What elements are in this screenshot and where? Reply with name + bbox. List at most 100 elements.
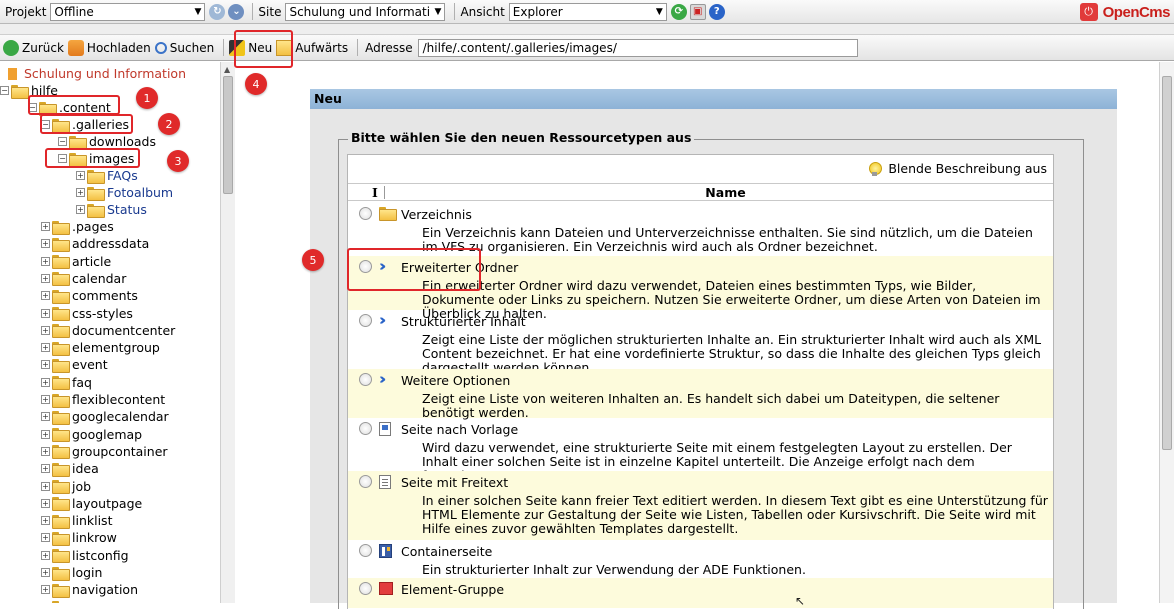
tree-item[interactable]: +FAQs <box>76 167 138 184</box>
tree-expander-icon[interactable]: + <box>41 464 50 473</box>
tree-item[interactable]: +news <box>41 599 104 603</box>
tree-expander-icon[interactable]: + <box>41 568 50 577</box>
tree-item[interactable]: +linklist <box>41 512 112 529</box>
tree-expander-icon[interactable]: + <box>41 222 50 231</box>
tree-expander-icon[interactable]: + <box>41 343 50 352</box>
tree-expander-icon[interactable]: + <box>41 257 50 266</box>
tree-item[interactable]: +Fotoalbum <box>76 184 173 201</box>
tree-item[interactable]: −images <box>58 150 134 167</box>
resource-type-radio[interactable] <box>359 475 372 488</box>
tree-expander-icon[interactable]: + <box>41 326 50 335</box>
tree-item[interactable]: −hilfe <box>0 82 58 99</box>
calendar-icon[interactable]: ▣ <box>690 4 706 20</box>
tree-item[interactable]: −downloads <box>58 133 156 150</box>
tree-item[interactable]: +css-styles <box>41 305 133 322</box>
project-select[interactable]: Offline ▼ <box>50 3 205 21</box>
resource-type-radio[interactable] <box>359 544 372 557</box>
address-input[interactable]: /hilfe/.content/.galleries/images/ <box>418 39 858 57</box>
tree-item[interactable]: +listconfig <box>41 547 129 564</box>
resource-type-row[interactable]: ››Weitere OptionenZeigt eine Liste von w… <box>348 369 1053 418</box>
tree-expander-icon[interactable]: + <box>41 360 50 369</box>
resource-type-name[interactable]: Weitere Optionen <box>401 373 510 388</box>
tree-expander-icon[interactable]: − <box>28 103 37 112</box>
resource-type-name[interactable]: Erweiterter Ordner <box>401 260 518 275</box>
resource-type-radio[interactable] <box>359 207 372 220</box>
tree-expander-icon[interactable]: + <box>41 482 50 491</box>
tree-expander-icon[interactable]: − <box>58 154 67 163</box>
toggle-description-button[interactable]: Blende Beschreibung aus <box>869 161 1047 176</box>
tree-expander-icon[interactable]: + <box>41 395 50 404</box>
up-button[interactable]: Aufwärts <box>276 40 348 56</box>
resource-type-row[interactable]: Element-Gruppe <box>348 578 1053 608</box>
resource-type-name[interactable]: Containerseite <box>401 544 492 559</box>
resource-type-name[interactable]: Seite nach Vorlage <box>401 422 518 437</box>
tree-expander-icon[interactable]: + <box>41 291 50 300</box>
tree-item[interactable]: +article <box>41 253 111 270</box>
tree-item[interactable]: +navigation <box>41 581 138 598</box>
tree-item[interactable]: +googlemap <box>41 426 142 443</box>
tree-item[interactable]: −.galleries <box>41 116 129 133</box>
tree-expander-icon[interactable]: + <box>76 171 85 180</box>
upload-button[interactable]: Hochladen <box>68 40 151 56</box>
resource-type-row[interactable]: Seite mit FreitextIn einer solchen Seite… <box>348 471 1053 540</box>
tree-item[interactable]: +.pages <box>41 218 114 235</box>
resource-type-radio[interactable] <box>359 260 372 273</box>
refresh-icon[interactable]: ⟳ <box>671 4 687 20</box>
publish-icon[interactable]: ⌄ <box>228 4 244 20</box>
col-name-header[interactable]: Name <box>398 185 1053 200</box>
view-select[interactable]: Explorer ▼ <box>509 3 667 21</box>
tree-item[interactable]: +faq <box>41 374 92 391</box>
tree-item[interactable]: +documentcenter <box>41 322 175 339</box>
tree-expander-icon[interactable]: + <box>41 378 50 387</box>
tree-expander-icon[interactable]: + <box>41 585 50 594</box>
reload-icon[interactable]: ↻ <box>209 4 225 20</box>
tree-expander-icon[interactable]: + <box>76 205 85 214</box>
new-button[interactable]: Neu <box>229 40 272 56</box>
resource-type-row[interactable]: ››Strukturierter InhaltZeigt eine Liste … <box>348 310 1053 369</box>
scroll-up-icon[interactable]: ▲ <box>224 65 230 74</box>
resource-type-radio[interactable] <box>359 314 372 327</box>
tree-expander-icon[interactable]: + <box>41 551 50 560</box>
resource-type-name[interactable]: Verzeichnis <box>401 207 472 222</box>
tree-scrollbar-thumb[interactable] <box>223 76 233 194</box>
tree-item[interactable]: +linkrow <box>41 529 117 546</box>
tree-item[interactable]: +Status <box>76 201 147 218</box>
tree-item[interactable]: +layoutpage <box>41 495 142 512</box>
resource-type-name[interactable]: Strukturierter Inhalt <box>401 314 526 329</box>
tree-item[interactable]: +idea <box>41 460 99 477</box>
tree-item[interactable]: +comments <box>41 287 138 304</box>
tree-expander-icon[interactable]: + <box>76 188 85 197</box>
resource-type-radio[interactable] <box>359 422 372 435</box>
tree-expander-icon[interactable]: + <box>41 499 50 508</box>
site-select[interactable]: Schulung und Informati ▼ <box>285 3 445 21</box>
tree-item[interactable]: +event <box>41 356 108 373</box>
tree-site-root[interactable]: Schulung und Information <box>8 65 186 82</box>
tree-scrollbar[interactable]: ▲ <box>220 62 235 603</box>
tree-expander-icon[interactable]: + <box>41 447 50 456</box>
help-icon[interactable]: ? <box>709 4 725 20</box>
tree-item[interactable]: +googlecalendar <box>41 408 169 425</box>
resource-type-row[interactable]: VerzeichnisEin Verzeichnis kann Dateien … <box>348 203 1053 256</box>
main-scrollbar-thumb[interactable] <box>1162 76 1172 450</box>
resource-type-row[interactable]: ››Erweiterter OrdnerEin erweiterter Ordn… <box>348 256 1053 310</box>
resource-type-row[interactable]: ContainerseiteEin strukturierter Inhalt … <box>348 540 1053 578</box>
tree-expander-icon[interactable]: − <box>58 137 67 146</box>
resource-type-radio[interactable] <box>359 373 372 386</box>
resource-type-row[interactable]: Seite nach VorlageWird dazu verwendet, e… <box>348 418 1053 471</box>
resource-type-name[interactable]: Element-Gruppe <box>401 582 504 597</box>
tree-item[interactable]: +login <box>41 564 102 581</box>
tree-item[interactable]: +elementgroup <box>41 339 160 356</box>
back-button[interactable]: Zurück <box>3 40 64 56</box>
power-icon[interactable]: ⏻ <box>1080 3 1098 21</box>
tree-expander-icon[interactable]: + <box>41 430 50 439</box>
resource-type-radio[interactable] <box>359 582 372 595</box>
tree-item[interactable]: +addressdata <box>41 235 149 252</box>
resource-type-name[interactable]: Seite mit Freitext <box>401 475 508 490</box>
tree-expander-icon[interactable]: + <box>41 516 50 525</box>
tree-expander-icon[interactable]: + <box>41 533 50 542</box>
tree-expander-icon[interactable]: + <box>41 274 50 283</box>
tree-expander-icon[interactable]: + <box>41 309 50 318</box>
tree-expander-icon[interactable]: − <box>0 86 9 95</box>
tree-item[interactable]: −.content <box>28 99 111 116</box>
tree-item[interactable]: +flexiblecontent <box>41 391 165 408</box>
